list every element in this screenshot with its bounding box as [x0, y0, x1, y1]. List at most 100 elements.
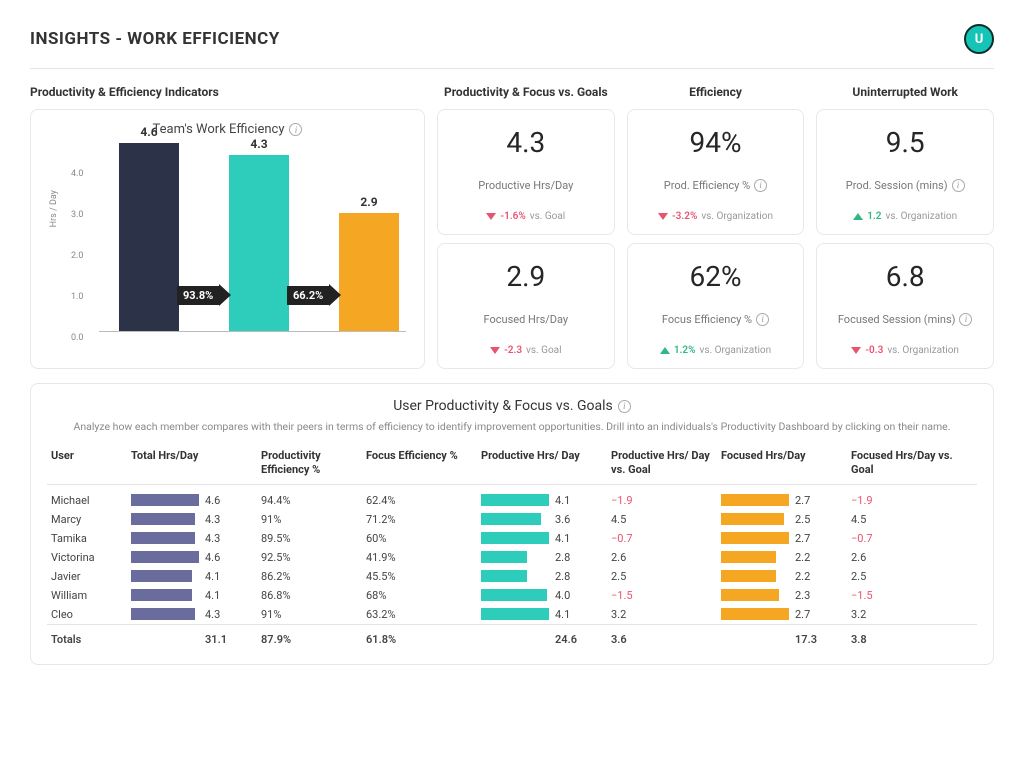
cell-pe: 89.5% [257, 529, 362, 548]
metric-label: Focused Hrs/Day [448, 313, 604, 326]
metric-label: Prod. Efficiency % i [638, 179, 794, 192]
trend-up-icon [660, 347, 670, 354]
metric-label: Focused Session (mins) i [827, 313, 983, 326]
metric-delta: -0.3 vs. Organization [827, 345, 983, 356]
info-icon[interactable]: i [754, 179, 767, 192]
cell-bar: 4.0 [481, 589, 603, 602]
metric-delta: 1.2% vs. Organization [638, 345, 794, 356]
metric-value: 2.9 [448, 260, 604, 293]
th-fhg[interactable]: Focused Hrs/Day vs. Goal [847, 443, 977, 484]
totals-row: Totals31.187.9%61.8%24.63.617.33.8 [47, 624, 977, 650]
trend-down-icon [490, 347, 500, 354]
cell-phg: −1.5 [607, 586, 717, 605]
chart-bar: 4.6 [119, 143, 179, 332]
metric-card: 9.5 Prod. Session (mins) i 1.2 vs. Organi… [816, 109, 994, 235]
metric-card: 6.8 Focused Session (mins) i -0.3 vs. Org… [816, 243, 994, 369]
trend-down-icon [658, 213, 668, 220]
metric-label: Focus Efficiency % i [638, 313, 794, 326]
cell-fhg: −1.9 [847, 484, 977, 510]
cell-bar: 3.6 [481, 513, 603, 526]
th-ph[interactable]: Productive Hrs/ Day [477, 443, 607, 484]
cell-bar: 4.1 [131, 570, 253, 583]
cell-bar: 2.8 [481, 570, 603, 583]
cell-bar: 2.7 [721, 608, 843, 621]
metric-value: 62% [638, 260, 794, 293]
cell-pe: 92.5% [257, 548, 362, 567]
metric-delta: 1.2 vs. Organization [827, 211, 983, 222]
chart-bar: 4.3 [229, 155, 289, 332]
cell-fe: 68% [362, 586, 477, 605]
th-total[interactable]: Total Hrs/Day [127, 443, 257, 484]
metric-label: Prod. Session (mins) i [827, 179, 983, 192]
metric-card: 2.9 Focused Hrs/Day -2.3 vs. Goal [437, 243, 615, 369]
cell-fe: 41.9% [362, 548, 477, 567]
info-icon[interactable]: i [959, 313, 972, 326]
cell-bar: 4.6 [131, 494, 253, 507]
info-icon[interactable]: i [952, 179, 965, 192]
chart-bar: 2.9 [339, 213, 399, 332]
th-phg[interactable]: Productive Hrs/ Day vs. Goal [607, 443, 717, 484]
table-title: User Productivity & Focus vs. Goals [393, 398, 613, 414]
cell-user[interactable]: Javier [47, 567, 127, 586]
cell-bar: 4.3 [131, 513, 253, 526]
metric-value: 9.5 [827, 126, 983, 159]
table-row[interactable]: Javier4.186.2%45.5%2.82.52.22.5 [47, 567, 977, 586]
cell-bar: 4.6 [131, 551, 253, 564]
cell-user[interactable]: Michael [47, 484, 127, 510]
table-row[interactable]: Cleo4.391%63.2%4.13.22.73.2 [47, 605, 977, 625]
metric-delta: -1.6% vs. Goal [448, 211, 604, 222]
avatar[interactable]: U [964, 24, 994, 54]
th-user[interactable]: User [47, 443, 127, 484]
cell-user[interactable]: Cleo [47, 605, 127, 625]
team-efficiency-chart: Team's Work Efficiency i Hrs / Day 0.01.… [30, 109, 425, 369]
cell-fe: 62.4% [362, 484, 477, 510]
page-header: INSIGHTS - WORK EFFICIENCY U [30, 24, 994, 69]
cell-bar: 2.2 [721, 551, 843, 564]
chart-title: Team's Work Efficiency [153, 122, 285, 137]
metric-value: 6.8 [827, 260, 983, 293]
info-icon[interactable]: i [618, 400, 631, 413]
funnel-arrow: 93.8% [177, 284, 231, 306]
info-icon[interactable]: i [289, 123, 302, 136]
cell-bar: 2.7 [721, 494, 843, 507]
th-pe[interactable]: Productivity Efficiency % [257, 443, 362, 484]
cell-fe: 71.2% [362, 510, 477, 529]
cell-bar: 2.5 [721, 513, 843, 526]
metric-card: 4.3Productive Hrs/Day -1.6% vs. Goal [437, 109, 615, 235]
user-table-card: User Productivity & Focus vs. Goals i An… [30, 383, 994, 665]
table-row[interactable]: Michael4.694.4%62.4%4.1−1.92.7−1.9 [47, 484, 977, 510]
cell-phg: −0.7 [607, 529, 717, 548]
cell-user[interactable]: Tamika [47, 529, 127, 548]
metric-card: 94%Prod. Efficiency % i -3.2% vs. Organi… [627, 109, 805, 235]
info-icon[interactable]: i [756, 313, 769, 326]
th-fh[interactable]: Focused Hrs/Day [717, 443, 847, 484]
cell-bar: 2.8 [481, 551, 603, 564]
cell-bar: 2.7 [721, 532, 843, 545]
metric-value: 94% [638, 126, 794, 159]
section-title-eff: Efficiency [627, 85, 805, 99]
cell-user[interactable]: Marcy [47, 510, 127, 529]
cell-fhg: 2.5 [847, 567, 977, 586]
table-row[interactable]: William4.186.8%68%4.0−1.52.3−1.5 [47, 586, 977, 605]
table-subtitle: Analyze how each member compares with th… [47, 420, 977, 433]
cell-bar: 4.1 [481, 532, 603, 545]
th-fe[interactable]: Focus Efficiency % [362, 443, 477, 484]
y-axis-label: Hrs / Day [49, 190, 59, 227]
cell-fhg: −0.7 [847, 529, 977, 548]
section-title-pvg: Productivity & Focus vs. Goals [437, 85, 615, 99]
table-row[interactable]: Marcy4.391%71.2%3.64.52.54.5 [47, 510, 977, 529]
metric-label: Productive Hrs/Day [448, 179, 604, 192]
cell-user[interactable]: Victorina [47, 548, 127, 567]
cell-pe: 86.2% [257, 567, 362, 586]
cell-user[interactable]: William [47, 586, 127, 605]
metric-delta: -2.3 vs. Goal [448, 345, 604, 356]
cell-bar: 4.1 [131, 589, 253, 602]
table-row[interactable]: Tamika4.389.5%60%4.1−0.72.7−0.7 [47, 529, 977, 548]
cell-pe: 91% [257, 605, 362, 625]
cell-bar: 4.1 [481, 494, 603, 507]
user-table: User Total Hrs/Day Productivity Efficien… [47, 443, 977, 650]
cell-bar: 4.3 [131, 608, 253, 621]
cell-fhg: −1.5 [847, 586, 977, 605]
table-row[interactable]: Victorina4.692.5%41.9%2.82.62.22.6 [47, 548, 977, 567]
cell-phg: −1.9 [607, 484, 717, 510]
